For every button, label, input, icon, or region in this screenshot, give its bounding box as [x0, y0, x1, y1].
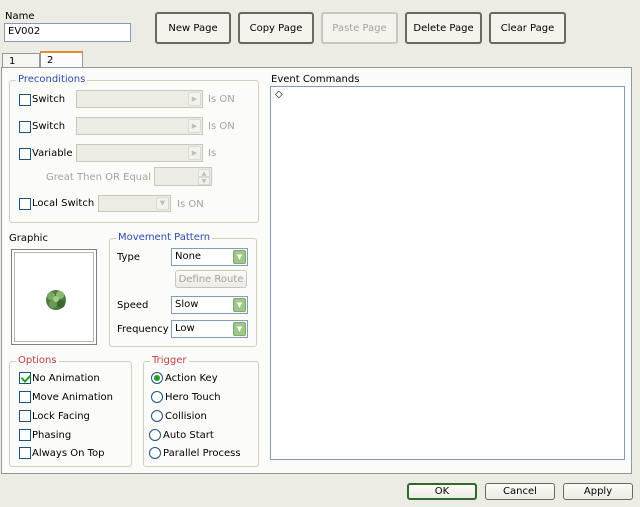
parallel-process-radio[interactable]: [149, 447, 161, 459]
phasing-checkbox[interactable]: [19, 429, 31, 441]
variable-label: Variable: [32, 148, 73, 159]
move-animation-checkbox[interactable]: [19, 391, 31, 403]
switch1-checkbox[interactable]: [19, 94, 31, 106]
movement-speed-select[interactable]: Slow ▼: [171, 296, 248, 314]
diamond-icon[interactable]: ◇: [275, 89, 283, 100]
movement-pattern-title: Movement Pattern: [116, 232, 213, 243]
phasing-label: Phasing: [32, 430, 72, 441]
action-key-label: Action Key: [165, 373, 218, 384]
event-commands-label: Event Commands: [271, 74, 360, 85]
preconditions-title: Preconditions: [16, 74, 88, 85]
trigger-title: Trigger: [150, 355, 189, 366]
movement-type-select[interactable]: None ▼: [171, 248, 248, 266]
action-key-radio[interactable]: [151, 372, 163, 384]
auto-start-label: Auto Start: [163, 430, 214, 441]
variable-select: ▶: [76, 144, 203, 162]
movement-type-value: None: [175, 251, 202, 262]
chevron-right-icon: ▶: [188, 119, 201, 133]
ok-button[interactable]: OK: [407, 483, 477, 500]
cancel-button[interactable]: Cancel: [485, 483, 555, 500]
local-switch-checkbox[interactable]: [19, 198, 31, 210]
movement-speed-value: Slow: [175, 299, 199, 310]
chevron-down-icon: ▼: [156, 197, 169, 210]
collision-label: Collision: [165, 411, 207, 422]
lock-facing-label: Lock Facing: [32, 411, 90, 422]
name-input[interactable]: EV002: [4, 23, 131, 42]
variable-checkbox[interactable]: [19, 148, 31, 160]
switch2-suffix: Is ON: [208, 121, 235, 132]
delete-page-button[interactable]: Delete Page: [405, 12, 482, 44]
no-animation-checkbox[interactable]: [19, 372, 31, 384]
hero-touch-label: Hero Touch: [165, 392, 221, 403]
options-title: Options: [16, 355, 59, 366]
new-page-button[interactable]: New Page: [155, 12, 231, 44]
switch2-label: Switch: [32, 121, 66, 132]
move-animation-label: Move Animation: [32, 392, 113, 403]
no-animation-label: No Animation: [32, 373, 100, 384]
graphic-label: Graphic: [9, 233, 48, 244]
clear-page-button[interactable]: Clear Page: [489, 12, 566, 44]
variable-suffix: Is: [208, 148, 217, 159]
movement-type-label: Type: [117, 252, 140, 263]
spin-down-icon: ▼: [198, 177, 210, 185]
lock-facing-checkbox[interactable]: [19, 410, 31, 422]
hero-touch-radio[interactable]: [151, 391, 163, 403]
bush-sprite-icon: [46, 290, 66, 310]
tab-page-1[interactable]: 1: [2, 53, 40, 68]
switch2-checkbox[interactable]: [19, 121, 31, 133]
switch1-suffix: Is ON: [208, 94, 235, 105]
chevron-right-icon: ▶: [188, 92, 201, 106]
auto-start-radio[interactable]: [149, 429, 161, 441]
local-switch-select: ▼: [98, 195, 171, 212]
event-commands-list[interactable]: ◇: [270, 86, 625, 460]
switch2-select: ▶: [76, 117, 203, 135]
graphic-preview[interactable]: [11, 249, 97, 345]
movement-frequency-value: Low: [175, 323, 195, 334]
parallel-process-label: Parallel Process: [163, 448, 241, 459]
collision-radio[interactable]: [151, 410, 163, 422]
movement-frequency-label: Frequency: [117, 324, 169, 335]
name-label: Name: [5, 11, 35, 22]
movement-frequency-select[interactable]: Low ▼: [171, 320, 248, 338]
greater-equal-label: Great Then OR Equal To: [46, 172, 165, 183]
always-on-top-label: Always On Top: [32, 448, 105, 459]
switch1-label: Switch: [32, 94, 66, 105]
chevron-right-icon: ▶: [188, 146, 201, 160]
switch1-select: ▶: [76, 90, 203, 108]
variable-value-spinner: ▲ ▼: [154, 167, 212, 186]
chevron-down-icon: ▼: [233, 298, 246, 312]
local-switch-label: Local Switch: [32, 198, 95, 209]
copy-page-button[interactable]: Copy Page: [238, 12, 314, 44]
chevron-down-icon: ▼: [233, 322, 246, 336]
apply-button[interactable]: Apply: [563, 483, 633, 500]
spin-up-icon: ▲: [198, 169, 210, 177]
movement-speed-label: Speed: [117, 300, 149, 311]
local-switch-suffix: Is ON: [177, 199, 204, 210]
paste-page-button[interactable]: Paste Page: [321, 12, 398, 44]
always-on-top-checkbox[interactable]: [19, 447, 31, 459]
define-route-button[interactable]: Define Route: [175, 270, 247, 288]
chevron-down-icon: ▼: [233, 250, 246, 264]
